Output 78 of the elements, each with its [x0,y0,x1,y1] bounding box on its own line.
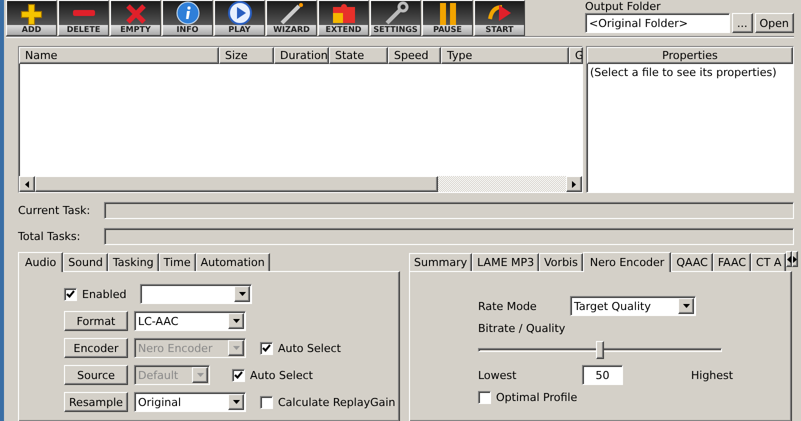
toolbar-button[interactable]: ADD [6,0,57,36]
properties-hint: (Select a file to see its properties) [589,65,778,81]
tab[interactable]: Vorbis [539,253,583,271]
option-label: Auto Select [278,342,341,354]
tab[interactable]: CT A [751,253,786,271]
checkbox[interactable] [260,396,273,408]
lowest-label: Lowest [478,368,518,382]
dropdown-arrow-icon [232,346,240,350]
minus-icon [72,10,94,16]
checkbox[interactable] [478,391,491,404]
info-icon [174,1,200,25]
toolbar-button[interactable]: DELETE [58,0,109,36]
right-arrow-icon [793,256,798,262]
dropdown-field[interactable]: Target Quality [570,296,696,316]
toolbar-button[interactable]: EXTEND [318,0,369,36]
toolbar-button[interactable]: PAUSE [422,0,473,36]
toolbar-button[interactable]: EMPTY [110,0,161,36]
tab[interactable]: LAME MP3 [472,253,540,271]
highest-label: Highest [691,368,734,382]
checkbox[interactable] [64,288,77,300]
tab[interactable]: Summary [409,253,472,271]
right-arrow-icon [572,180,576,188]
output-folder-label: Output Folder [585,0,662,13]
play-icon [226,1,252,25]
plus-icon [21,4,42,25]
tab[interactable]: QAAC [671,253,713,271]
dropdown-arrow-icon [682,304,690,308]
toolbar-button[interactable]: INFO [162,0,213,36]
dropdown-field[interactable]: LC-AAC [134,311,246,331]
column-header[interactable]: Duration [274,47,329,64]
column-header[interactable]: Speed [388,47,441,64]
tab[interactable]: Nero Encoder [582,252,672,272]
toolbar-button[interactable]: SETTINGS [370,0,421,36]
tab[interactable]: Sound [63,253,108,271]
enabled-label: Enabled [82,288,126,300]
tab-scroll-right-button[interactable] [792,251,798,267]
column-header[interactable]: Type [441,47,569,64]
tab[interactable]: FAAC [712,253,752,271]
quality-value-field[interactable]: 50 [582,365,623,385]
option-button[interactable]: Resample [64,392,128,412]
output-folder-field[interactable]: <Original Folder> [585,13,730,33]
wand-icon [278,1,304,25]
left-arrow-icon [25,180,29,188]
tab[interactable]: Automation [196,253,270,271]
browse-button[interactable]: ... [732,13,752,33]
puzzle-icon [330,1,356,25]
option-label: Auto Select [250,368,313,382]
bitrate-quality-label: Bitrate / Quality [478,322,566,335]
tab-scroll-left-button[interactable] [786,251,792,267]
dropdown-arrow-icon [238,292,246,296]
scroll-left-button[interactable] [19,176,35,192]
slider-thumb[interactable] [596,341,604,359]
quality-slider[interactable] [478,341,722,359]
column-header[interactable]: Name [19,47,219,64]
properties-header: Properties [587,47,793,64]
option-button[interactable]: Format [64,311,128,331]
open-button[interactable]: Open [754,13,794,33]
tab[interactable]: Audio [18,252,64,272]
dropdown-field[interactable] [140,284,252,304]
dropdown-arrow-icon [196,373,204,377]
dropdown-field[interactable]: Original [134,392,246,412]
scroll-right-button[interactable] [566,176,582,192]
dropdown-arrow-icon [232,400,240,404]
left-arrow-icon [787,256,792,262]
tab[interactable]: Tasking [108,253,159,271]
scrollbar-thumb[interactable] [35,176,438,192]
optimal-profile-label: Optimal Profile [496,391,578,404]
toolbar-button[interactable]: PLAY [214,0,265,36]
column-header[interactable]: Size [219,47,274,64]
toolbar-button[interactable]: WIZARD [266,0,317,36]
toolbar-button[interactable]: START [474,0,525,36]
dropdown-arrow-icon [232,319,240,323]
progress-label: Total Tasks: [18,230,82,243]
tab[interactable]: Time [158,253,196,271]
progress-label: Current Task: [18,204,92,217]
option-label: Calculate ReplayGain [278,396,396,408]
column-header[interactable]: State [329,47,388,64]
rate-mode-label: Rate Mode [478,300,538,312]
